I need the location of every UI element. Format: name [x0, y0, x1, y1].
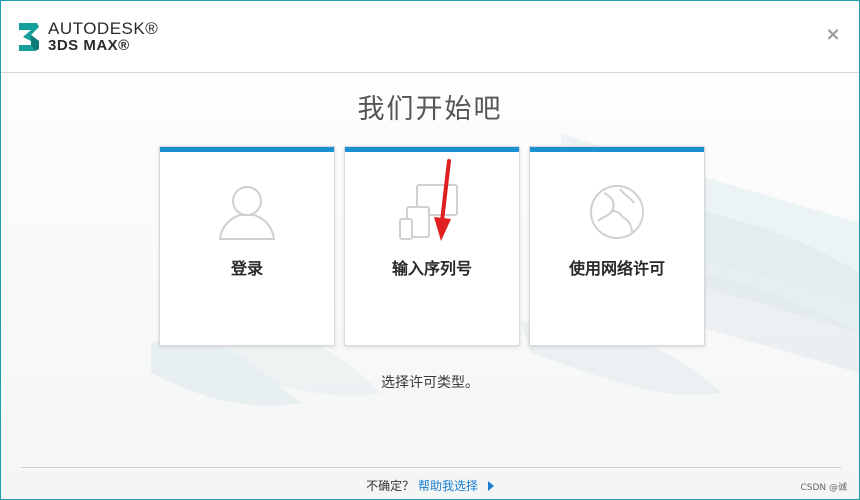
card-accent-bar — [160, 147, 334, 152]
footer-question: 不确定？ — [366, 479, 415, 493]
card-accent-bar — [345, 147, 519, 152]
license-type-hint: 选择许可类型。 — [381, 375, 479, 391]
serial-number-label: 输入序列号 — [391, 259, 472, 278]
page-title: 我们开始吧 — [357, 94, 503, 125]
watermark: CSDN @诚 — [800, 483, 847, 493]
help-me-choose-link[interactable]: 帮助我选择 — [418, 479, 478, 493]
sign-in-card[interactable]: 登录 — [159, 146, 335, 346]
license-dialog: AUTODESK® 3DS MAX® × 我们开始吧 登录 输入序列号 使用网络… — [0, 0, 860, 500]
title-bar: AUTODESK® 3DS MAX® × — [1, 1, 859, 73]
network-license-label: 使用网络许可 — [568, 259, 665, 278]
footer-divider — [21, 467, 841, 468]
card-accent-bar — [530, 147, 704, 152]
annotation-arrow-icon — [431, 159, 455, 243]
footer: 不确定？ 帮助我选择 — [1, 477, 859, 494]
play-arrow-icon[interactable] — [487, 481, 494, 491]
3ds-max-logo-icon — [17, 21, 41, 53]
user-icon — [212, 177, 282, 247]
brand-name: AUTODESK® — [48, 19, 159, 38]
network-license-card[interactable]: 使用网络许可 — [529, 146, 705, 346]
product-name: 3DS MAX® — [48, 37, 130, 54]
globe-icon — [582, 177, 652, 247]
close-icon[interactable]: × — [825, 26, 841, 44]
sign-in-label: 登录 — [230, 259, 263, 278]
